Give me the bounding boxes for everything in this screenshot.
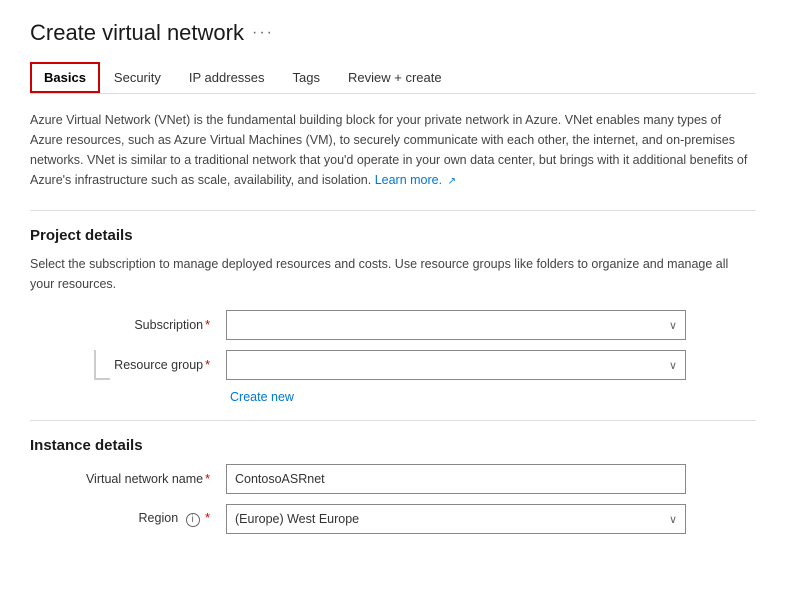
vnet-name-required: * bbox=[205, 472, 210, 486]
vnet-name-row: Virtual network name* bbox=[30, 464, 756, 494]
tab-review-create[interactable]: Review + create bbox=[334, 62, 456, 93]
page-title: Create virtual network bbox=[30, 20, 244, 46]
vnet-name-label: Virtual network name* bbox=[30, 472, 210, 486]
subscription-dropdown-arrow: ∨ bbox=[669, 319, 677, 332]
resource-group-label-area: Resource group* bbox=[30, 350, 210, 380]
subscription-dropdown[interactable]: ∨ bbox=[226, 310, 686, 340]
tab-bar: Basics Security IP addresses Tags Review… bbox=[30, 62, 756, 94]
resource-group-label: Resource group* bbox=[110, 358, 210, 372]
subscription-input-wrap: ∨ bbox=[226, 310, 686, 340]
resource-group-required: * bbox=[205, 358, 210, 372]
intro-description: Azure Virtual Network (VNet) is the fund… bbox=[30, 110, 750, 190]
region-row: Region i * (Europe) West Europe ∨ bbox=[30, 504, 756, 534]
project-details-description: Select the subscription to manage deploy… bbox=[30, 254, 750, 294]
subscription-label: Subscription* bbox=[30, 318, 210, 332]
tab-tags[interactable]: Tags bbox=[279, 62, 334, 93]
region-label: Region i * bbox=[139, 511, 210, 527]
resource-group-row: Resource group* ∨ bbox=[30, 350, 756, 380]
section-divider-1 bbox=[30, 210, 756, 211]
region-input-wrap: (Europe) West Europe ∨ bbox=[226, 504, 686, 534]
indent-line bbox=[94, 350, 110, 380]
subscription-required: * bbox=[205, 318, 210, 332]
vnet-name-input-wrap bbox=[226, 464, 686, 494]
region-dropdown-arrow: ∨ bbox=[669, 513, 677, 526]
more-options-icon[interactable]: ··· bbox=[252, 24, 274, 42]
region-value: (Europe) West Europe bbox=[235, 512, 359, 526]
resource-group-dropdown-arrow: ∨ bbox=[669, 359, 677, 372]
project-details-heading: Project details bbox=[30, 227, 756, 244]
region-required: * bbox=[205, 511, 210, 525]
resource-group-input-wrap: ∨ bbox=[226, 350, 686, 380]
vnet-name-input[interactable] bbox=[226, 464, 686, 494]
resource-group-dropdown[interactable]: ∨ bbox=[226, 350, 686, 380]
subscription-row: Subscription* ∨ bbox=[30, 310, 756, 340]
learn-more-link[interactable]: Learn more. ↗ bbox=[375, 173, 456, 187]
tab-ip-addresses[interactable]: IP addresses bbox=[175, 62, 279, 93]
tab-basics[interactable]: Basics bbox=[30, 62, 100, 93]
tab-security[interactable]: Security bbox=[100, 62, 175, 93]
region-info-icon[interactable]: i bbox=[186, 513, 200, 527]
section-divider-2 bbox=[30, 420, 756, 421]
external-link-icon: ↗ bbox=[448, 176, 456, 187]
region-label-area: Region i * bbox=[30, 511, 210, 527]
region-dropdown[interactable]: (Europe) West Europe ∨ bbox=[226, 504, 686, 534]
instance-details-heading: Instance details bbox=[30, 437, 756, 454]
create-new-link[interactable]: Create new bbox=[230, 390, 756, 404]
